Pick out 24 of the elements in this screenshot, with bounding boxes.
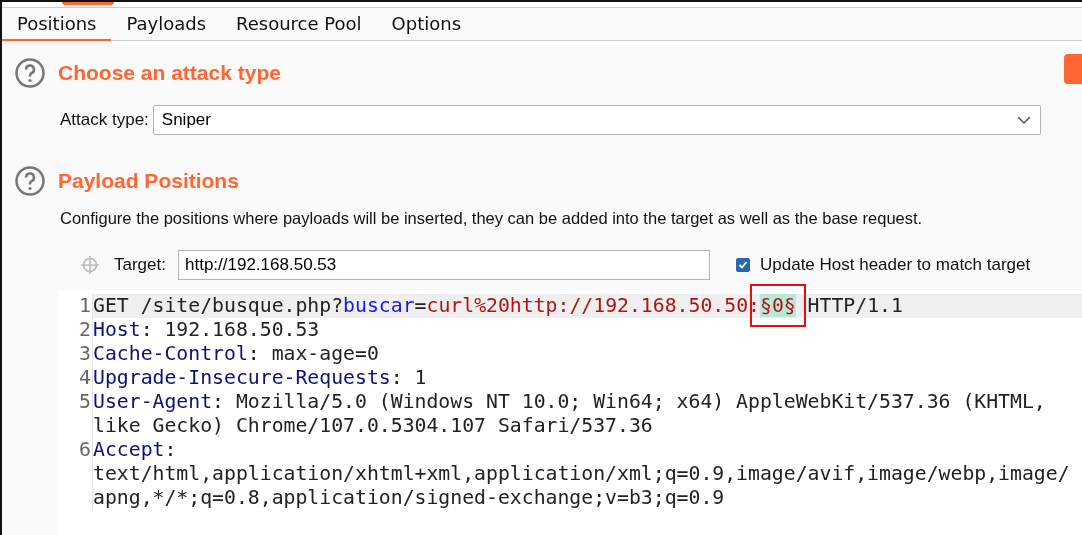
help-icon[interactable] bbox=[14, 57, 46, 89]
tab[interactable]: Resource Pool bbox=[221, 8, 377, 41]
code-line: Upgrade-Insecure-Requests: 1 bbox=[93, 366, 428, 390]
line-number: 1 bbox=[58, 294, 93, 318]
checkbox-label: Update Host header to match target bbox=[760, 255, 1031, 275]
crosshair-icon bbox=[80, 255, 100, 275]
code-line: User-Agent: Mozilla/5.0 (Windows NT 10.0; Win64; x64) AppleWebKit/537.36 (KHTML, like Gecko) Chrome/107.0.5304.107 Safari/537.36 bbox=[93, 390, 1047, 438]
section-heading: Choose an attack type bbox=[58, 61, 281, 85]
tab[interactable]: Positions bbox=[2, 8, 112, 41]
checkbox[interactable] bbox=[736, 258, 750, 272]
section-heading: Payload Positions bbox=[58, 169, 239, 193]
help-icon[interactable] bbox=[14, 165, 46, 197]
tab-indicator bbox=[62, 2, 114, 5]
target-field[interactable]: http://192.168.50.53 bbox=[178, 250, 710, 280]
attack-type-select[interactable]: Sniper bbox=[152, 105, 1041, 135]
code-line: Accept: text/html,application/xhtml+xml,application/xml;q=0.9,image/avif,image/webp,image/apng,*/*;q=0.8,application/signed-exchange;v=b3;q=0.9 bbox=[93, 438, 1070, 510]
chevron-down-icon bbox=[1015, 115, 1032, 125]
field-label: Attack type: bbox=[60, 110, 149, 130]
code-line: Host: 192.168.50.53 bbox=[93, 318, 321, 342]
tab[interactable]: Payloads bbox=[111, 8, 222, 41]
section-description: Configure the positions where payloads will be inserted, they can be added into the target as well as the base request. bbox=[59, 209, 924, 228]
tab[interactable]: Options bbox=[376, 8, 476, 41]
target-label: Target: bbox=[114, 255, 166, 275]
code-line: Cache-Control: max-age=0 bbox=[93, 342, 380, 366]
